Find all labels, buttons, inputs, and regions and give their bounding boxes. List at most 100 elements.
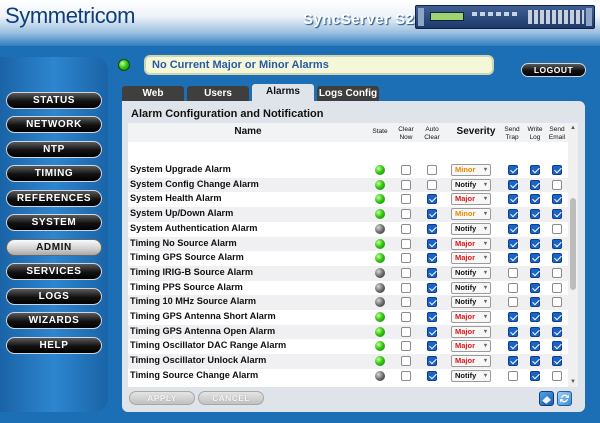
write-log-checkbox[interactable] <box>530 341 540 352</box>
clear-now-checkbox[interactable] <box>401 253 411 264</box>
write-log-checkbox[interactable] <box>530 326 540 337</box>
send-email-checkbox[interactable] <box>552 326 562 337</box>
write-log-checkbox[interactable] <box>530 194 540 205</box>
table-scrollbar[interactable]: ▲ ▼ <box>568 123 578 387</box>
auto-clear-checkbox[interactable] <box>427 209 437 220</box>
sidebar-item-system[interactable]: SYSTEM <box>6 214 102 231</box>
tab-alarms[interactable]: Alarms <box>252 84 314 102</box>
scroll-down-icon[interactable]: ▼ <box>570 379 576 385</box>
sidebar-item-logs[interactable]: LOGS <box>6 288 102 305</box>
sidebar-item-wizards[interactable]: WIZARDS <box>6 312 102 329</box>
clear-now-checkbox[interactable] <box>401 326 411 337</box>
auto-clear-checkbox[interactable] <box>427 312 437 322</box>
auto-clear-checkbox[interactable] <box>427 267 437 278</box>
clear-now-checkbox[interactable] <box>401 223 411 234</box>
sidebar-item-services[interactable]: SERVICES <box>6 263 102 280</box>
sidebar-item-ntp[interactable]: NTP <box>6 141 102 158</box>
sidebar-item-references[interactable]: REFERENCES <box>6 190 102 207</box>
auto-clear-checkbox[interactable] <box>427 179 437 190</box>
send-trap-checkbox[interactable] <box>508 209 518 220</box>
apply-button[interactable]: APPLY <box>129 391 195 405</box>
send-email-checkbox[interactable] <box>552 165 562 175</box>
sidebar-item-network[interactable]: NETWORK <box>6 116 102 133</box>
scroll-thumb[interactable] <box>570 198 576 290</box>
write-log-checkbox[interactable] <box>530 209 540 220</box>
tab-users[interactable]: Users <box>187 86 249 101</box>
send-email-checkbox[interactable] <box>552 209 562 220</box>
send-trap-checkbox[interactable] <box>508 326 518 337</box>
save-icon[interactable] <box>539 391 554 406</box>
severity-select[interactable]: Major ▾ <box>451 252 491 265</box>
send-email-checkbox[interactable] <box>552 341 562 352</box>
send-trap-checkbox[interactable] <box>508 267 518 278</box>
severity-select[interactable]: Major ▾ <box>451 340 491 353</box>
severity-select[interactable]: Notify ▾ <box>451 296 491 309</box>
severity-select[interactable]: Notify ▾ <box>451 369 491 382</box>
auto-clear-checkbox[interactable] <box>427 194 437 205</box>
sidebar-item-help[interactable]: HELP <box>6 337 102 354</box>
send-email-checkbox[interactable] <box>552 370 562 381</box>
send-email-checkbox[interactable] <box>552 297 562 308</box>
severity-select[interactable]: Major ▾ <box>451 325 491 338</box>
severity-select[interactable]: Notify ▾ <box>451 222 491 235</box>
severity-select[interactable]: Notify ▾ <box>451 266 491 279</box>
send-trap-checkbox[interactable] <box>508 297 518 308</box>
clear-now-checkbox[interactable] <box>401 297 411 308</box>
clear-now-checkbox[interactable] <box>401 282 411 293</box>
clear-now-checkbox[interactable] <box>401 267 411 278</box>
clear-now-checkbox[interactable] <box>401 165 411 175</box>
write-log-checkbox[interactable] <box>530 356 540 367</box>
send-trap-checkbox[interactable] <box>508 282 518 293</box>
scroll-up-icon[interactable]: ▲ <box>570 125 576 131</box>
write-log-checkbox[interactable] <box>530 179 540 190</box>
auto-clear-checkbox[interactable] <box>427 253 437 264</box>
refresh-icon[interactable] <box>557 391 572 406</box>
auto-clear-checkbox[interactable] <box>427 223 437 234</box>
clear-now-checkbox[interactable] <box>401 179 411 190</box>
send-email-checkbox[interactable] <box>552 267 562 278</box>
write-log-checkbox[interactable] <box>530 267 540 278</box>
send-trap-checkbox[interactable] <box>508 253 518 264</box>
write-log-checkbox[interactable] <box>530 370 540 381</box>
send-email-checkbox[interactable] <box>552 282 562 293</box>
severity-select[interactable]: Major ▾ <box>451 355 491 368</box>
auto-clear-checkbox[interactable] <box>427 165 437 175</box>
severity-select[interactable]: Major ▾ <box>451 237 491 250</box>
write-log-checkbox[interactable] <box>530 312 540 322</box>
auto-clear-checkbox[interactable] <box>427 341 437 352</box>
auto-clear-checkbox[interactable] <box>427 326 437 337</box>
send-trap-checkbox[interactable] <box>508 341 518 352</box>
clear-now-checkbox[interactable] <box>401 370 411 381</box>
clear-now-checkbox[interactable] <box>401 238 411 249</box>
send-email-checkbox[interactable] <box>552 253 562 264</box>
severity-select[interactable]: Major ▾ <box>451 193 491 206</box>
cancel-button[interactable]: CANCEL <box>198 391 264 405</box>
auto-clear-checkbox[interactable] <box>427 297 437 308</box>
clear-now-checkbox[interactable] <box>401 341 411 352</box>
send-email-checkbox[interactable] <box>552 194 562 205</box>
severity-select[interactable]: Minor ▾ <box>451 164 491 176</box>
send-trap-checkbox[interactable] <box>508 165 518 175</box>
tab-web[interactable]: Web <box>122 86 184 101</box>
auto-clear-checkbox[interactable] <box>427 238 437 249</box>
send-email-checkbox[interactable] <box>552 223 562 234</box>
clear-now-checkbox[interactable] <box>401 209 411 220</box>
send-email-checkbox[interactable] <box>552 238 562 249</box>
write-log-checkbox[interactable] <box>530 223 540 234</box>
auto-clear-checkbox[interactable] <box>427 282 437 293</box>
write-log-checkbox[interactable] <box>530 238 540 249</box>
auto-clear-checkbox[interactable] <box>427 356 437 367</box>
write-log-checkbox[interactable] <box>530 165 540 175</box>
send-email-checkbox[interactable] <box>552 312 562 322</box>
clear-now-checkbox[interactable] <box>401 194 411 205</box>
auto-clear-checkbox[interactable] <box>427 370 437 381</box>
logout-button[interactable]: LOGOUT <box>521 63 586 77</box>
send-trap-checkbox[interactable] <box>508 194 518 205</box>
send-trap-checkbox[interactable] <box>508 179 518 190</box>
severity-select[interactable]: Major ▾ <box>451 311 491 323</box>
sidebar-item-admin[interactable]: ADMIN <box>6 239 102 256</box>
write-log-checkbox[interactable] <box>530 297 540 308</box>
send-email-checkbox[interactable] <box>552 179 562 190</box>
send-email-checkbox[interactable] <box>552 356 562 367</box>
severity-select[interactable]: Minor ▾ <box>451 208 491 221</box>
